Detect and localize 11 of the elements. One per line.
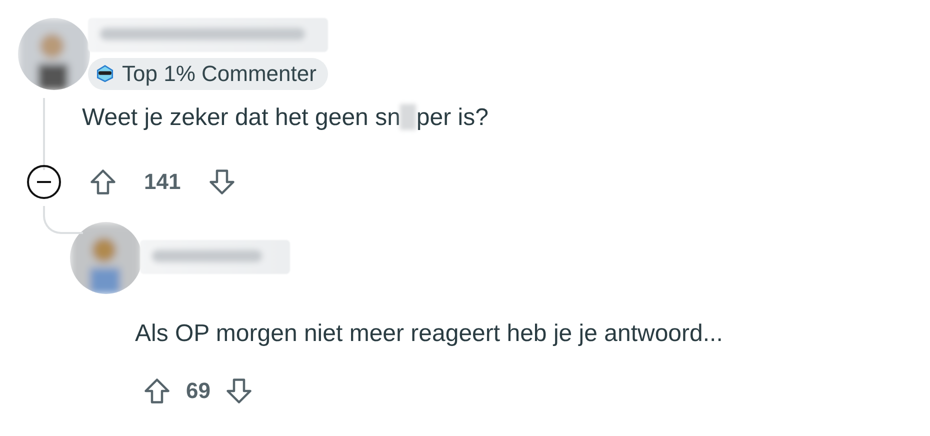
upvote-icon[interactable]: [88, 167, 118, 197]
collapse-icon[interactable]: [26, 164, 62, 200]
upvote-icon[interactable]: [142, 376, 172, 406]
commenter-badge: Top 1% Commenter: [88, 58, 328, 90]
vote-count: 141: [144, 169, 181, 195]
vote-count: 69: [186, 378, 210, 404]
thread-line: [43, 98, 45, 170]
comment-text: Als OP morgen niet meer reageert heb je je antwoord...: [135, 320, 724, 348]
downvote-icon[interactable]: [206, 167, 237, 197]
downvote-icon[interactable]: [224, 376, 254, 406]
comment-text: Weet je zeker dat het geen sn per is?: [82, 104, 490, 132]
